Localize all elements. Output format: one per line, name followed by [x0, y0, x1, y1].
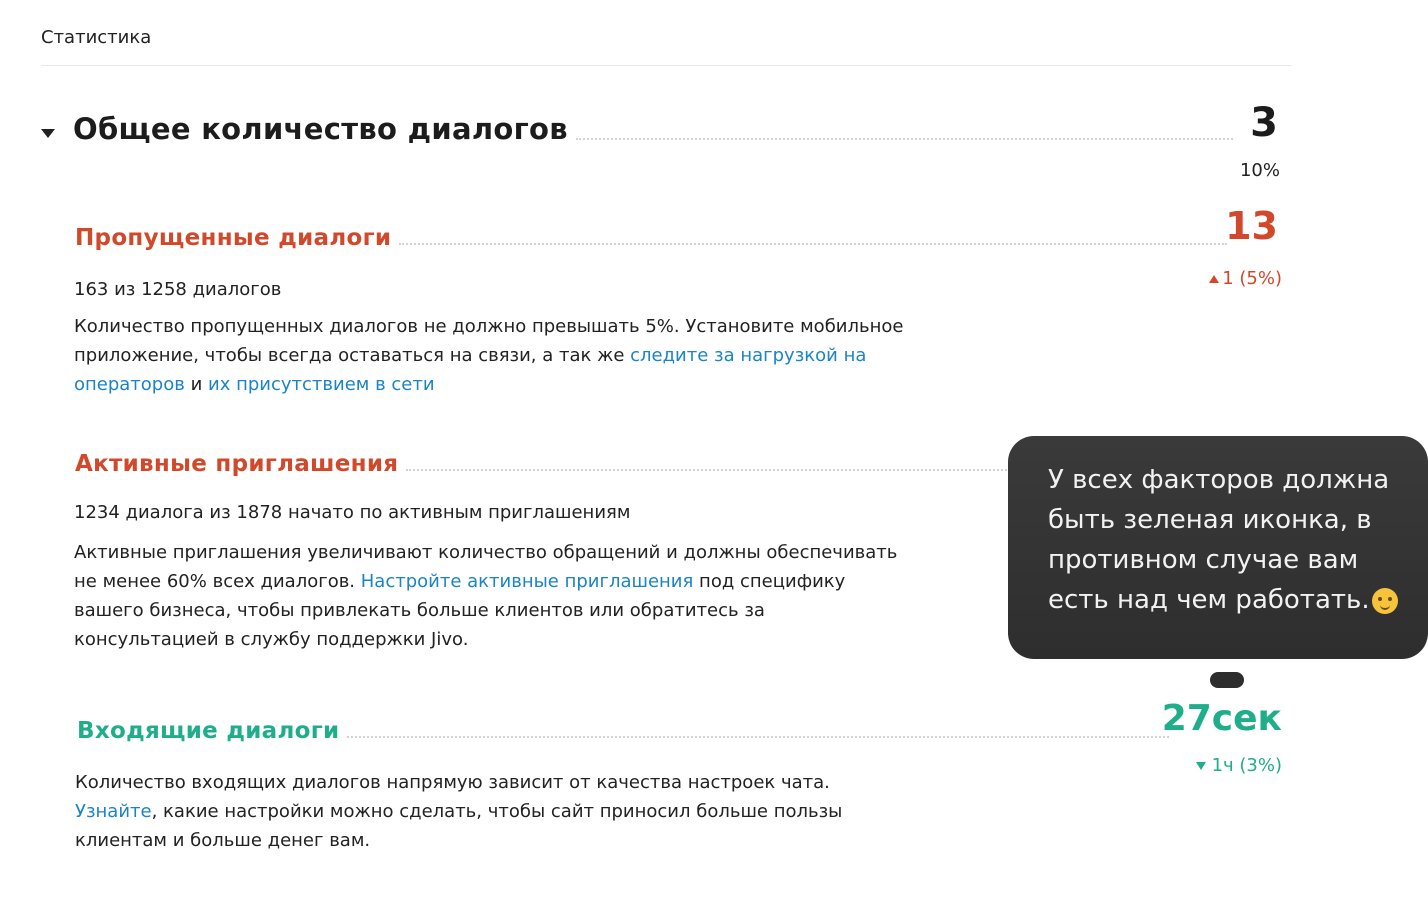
incoming-desc-text: Количество входящих диалогов напрямую за… [75, 772, 830, 793]
leader-dots [347, 735, 1169, 738]
header-divider [41, 65, 1291, 66]
incoming-header[interactable]: Входящие диалоги [77, 718, 1177, 744]
missed-description: Количество пропущенных диалогов не должн… [74, 312, 904, 399]
collapse-caret-icon[interactable] [41, 129, 55, 138]
leader-dots [406, 468, 1007, 471]
invites-summary: 1234 диалога из 1878 начато по активным … [74, 502, 631, 523]
missed-summary: 163 из 1258 диалогов [74, 279, 282, 300]
breadcrumb[interactable]: Статистика [41, 27, 151, 48]
hint-tooltip: У всех факторов должна быть зеленая икон… [1008, 436, 1428, 659]
total-value: 3 [1250, 100, 1278, 146]
leader-dots [575, 137, 1233, 140]
incoming-title: Входящие диалоги [77, 718, 340, 744]
incoming-value: 27сек [1161, 698, 1282, 739]
incoming-change-text: 1ч (3%) [1211, 755, 1282, 776]
invites-description: Активные приглашения увеличивают количес… [74, 538, 904, 654]
total-change: 10% [1239, 160, 1280, 181]
triangle-up-icon [1209, 275, 1220, 283]
tooltip-handle[interactable] [1210, 672, 1244, 688]
upside-down-face-icon [1371, 587, 1398, 614]
missed-value: 13 [1225, 204, 1278, 248]
invites-title: Активные приглашения [75, 451, 399, 477]
missed-desc-text: и [184, 374, 209, 395]
triangle-down-icon [1195, 762, 1206, 770]
online-presence-link[interactable]: их присутствием в сети [208, 374, 435, 395]
incoming-desc-text: , какие настройки можно сделать, чтобы с… [75, 801, 843, 851]
incoming-description: Количество входящих диалогов напрямую за… [75, 768, 865, 855]
configure-invites-link[interactable]: Настройте активные приглашения [361, 571, 694, 592]
missed-change: 1 (5%) [1160, 268, 1282, 289]
total-title: Общее количество диалогов [73, 112, 568, 146]
incoming-change: 1ч (3%) [1140, 755, 1282, 776]
missed-header[interactable]: Пропущенные диалоги [75, 225, 1235, 251]
missed-change-text: 1 (5%) [1222, 268, 1282, 289]
learn-settings-link[interactable]: Узнайте [75, 801, 152, 822]
invites-header[interactable]: Активные приглашения [75, 451, 1015, 477]
leader-dots [399, 242, 1227, 245]
tooltip-text: У всех факторов должна быть зеленая икон… [1048, 465, 1390, 615]
missed-title: Пропущенные диалоги [75, 225, 392, 251]
total-header[interactable]: Общее количество диалогов [73, 112, 1241, 146]
